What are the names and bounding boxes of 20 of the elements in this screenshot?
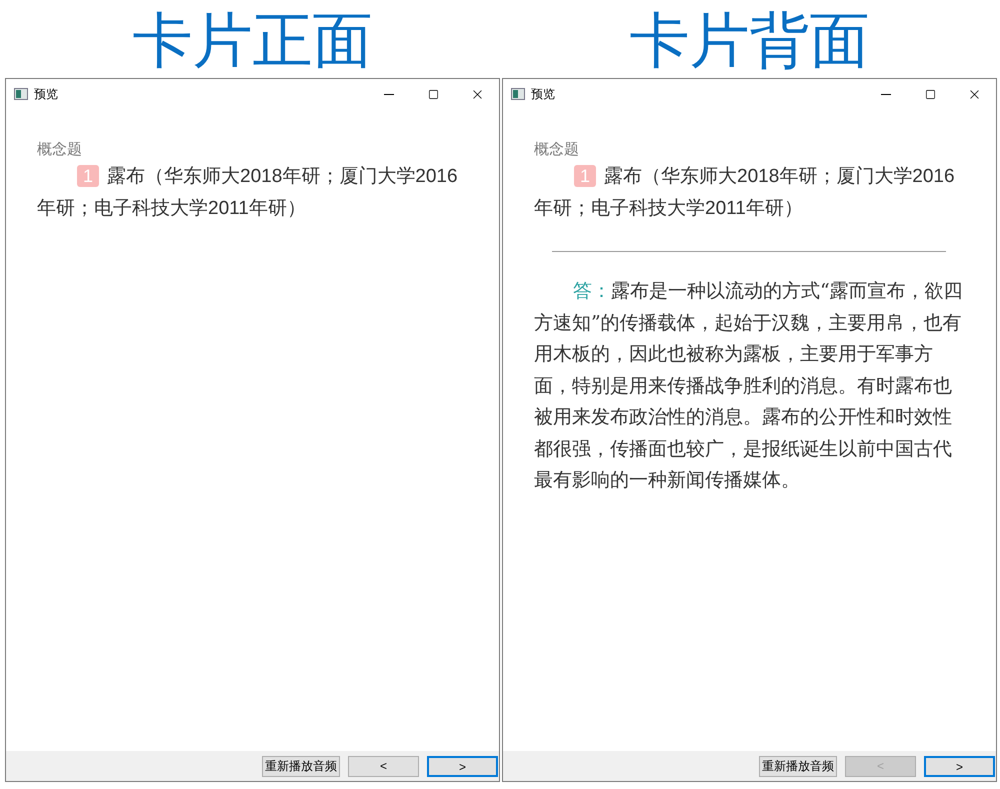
question-text: 1 露布（华东师大2018年研；厦门大学2016年研；电子科技大学2011年研） [37, 164, 459, 221]
nav-button[interactable]: < [348, 756, 419, 776]
question-number: 1 [77, 165, 99, 187]
window-title: 预览 [531, 86, 555, 103]
replay-audio-button[interactable]: 重新播放音频 [759, 756, 837, 776]
maximize-icon [428, 88, 438, 100]
card-heading: 卡片正面 [132, 6, 374, 76]
question-number: 1 [574, 165, 596, 187]
app-icon [14, 88, 28, 100]
window-title: 预览 [34, 86, 58, 103]
category-label: 概念题 [37, 140, 83, 160]
app-icon [511, 88, 525, 100]
card-heading: 卡片背面 [628, 6, 870, 76]
nav-button[interactable]: > [924, 756, 995, 776]
maximize-icon [924, 88, 936, 100]
category-label: 概念题 [534, 140, 580, 160]
answer-text: 答：露布是一种以流动的方式“露而宣布，欲四方速知”的传播载体，起始于汉魏，主要用帛，也有用木板的，因此也被称为露板，主要用于军事方面，特别是用来传播战争胜利的消息。有时露布也被用来发布政治性的消息。露布的公开性和时效性都很强，传播面也较广，是报纸诞生以前中国古代最有影响的一种新闻传播媒体。 [534, 279, 964, 493]
question-text: 1 露布（华东师大2018年研；厦门大学2016年研；电子科技大学2011年研） [534, 164, 956, 221]
replay-audio-button[interactable]: 重新播放音频 [262, 756, 340, 776]
nav-button[interactable]: > [427, 756, 498, 776]
